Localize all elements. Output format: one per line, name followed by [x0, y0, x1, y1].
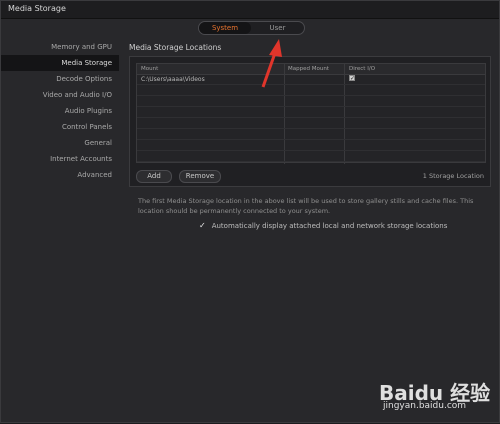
remove-button[interactable]: Remove	[179, 170, 221, 183]
sidebar-item-general[interactable]: General	[1, 135, 119, 151]
table-row	[137, 85, 485, 96]
tab-system[interactable]: System	[199, 22, 251, 34]
table-row	[137, 129, 485, 140]
window-title: Media Storage	[8, 4, 66, 13]
direct-io-checkbox[interactable]: ✓	[349, 75, 355, 82]
sidebar-item-audio-plugins[interactable]: Audio Plugins	[1, 103, 119, 119]
table-row	[137, 96, 485, 107]
header-direct-io[interactable]: Direct I/O	[349, 66, 375, 72]
sidebar-item-internet-accounts[interactable]: Internet Accounts	[1, 151, 119, 167]
sidebar-item-video-audio-io[interactable]: Video and Audio I/O	[1, 87, 119, 103]
mount-path: C:\Users\aaaa\Videos	[141, 75, 205, 83]
header-mount[interactable]: Mount	[141, 66, 158, 72]
auto-display-option[interactable]: ✓ Automatically display attached local an…	[199, 221, 447, 230]
title-bar: Media Storage	[1, 1, 499, 19]
header-mapped-mount[interactable]: Mapped Mount	[288, 66, 329, 72]
sidebar-item-memory-gpu[interactable]: Memory and GPU	[1, 39, 119, 55]
table-row	[137, 140, 485, 151]
preferences-window: Media Storage System User Memory and GPU…	[0, 0, 500, 423]
sidebar: Memory and GPU Media Storage Decode Opti…	[1, 39, 119, 183]
add-button[interactable]: Add	[136, 170, 172, 183]
sidebar-item-control-panels[interactable]: Control Panels	[1, 119, 119, 135]
checkmark-icon[interactable]: ✓	[199, 221, 206, 230]
table-row	[137, 151, 485, 162]
storage-table: Mount Mapped Mount Direct I/O C:\Users\a…	[136, 63, 486, 164]
watermark: Baidu 经验 jingyan.baidu.com	[361, 371, 500, 421]
table-row	[137, 118, 485, 129]
sidebar-item-media-storage[interactable]: Media Storage	[1, 55, 119, 71]
storage-note: The first Media Storage location in the …	[138, 197, 474, 215]
storage-panel: Mount Mapped Mount Direct I/O C:\Users\a…	[129, 56, 491, 187]
watermark-url: jingyan.baidu.com	[383, 401, 467, 411]
sidebar-item-advanced[interactable]: Advanced	[1, 167, 119, 183]
table-row[interactable]: C:\Users\aaaa\Videos ✓	[137, 74, 485, 85]
auto-display-label: Automatically display attached local and…	[211, 222, 448, 230]
table-row	[137, 107, 485, 118]
system-user-toggle[interactable]: System User	[198, 21, 305, 35]
storage-count: 1 Storage Location	[422, 172, 484, 180]
tab-user[interactable]: User	[251, 22, 304, 34]
sidebar-item-decode-options[interactable]: Decode Options	[1, 71, 119, 87]
section-title: Media Storage Locations	[129, 43, 222, 52]
